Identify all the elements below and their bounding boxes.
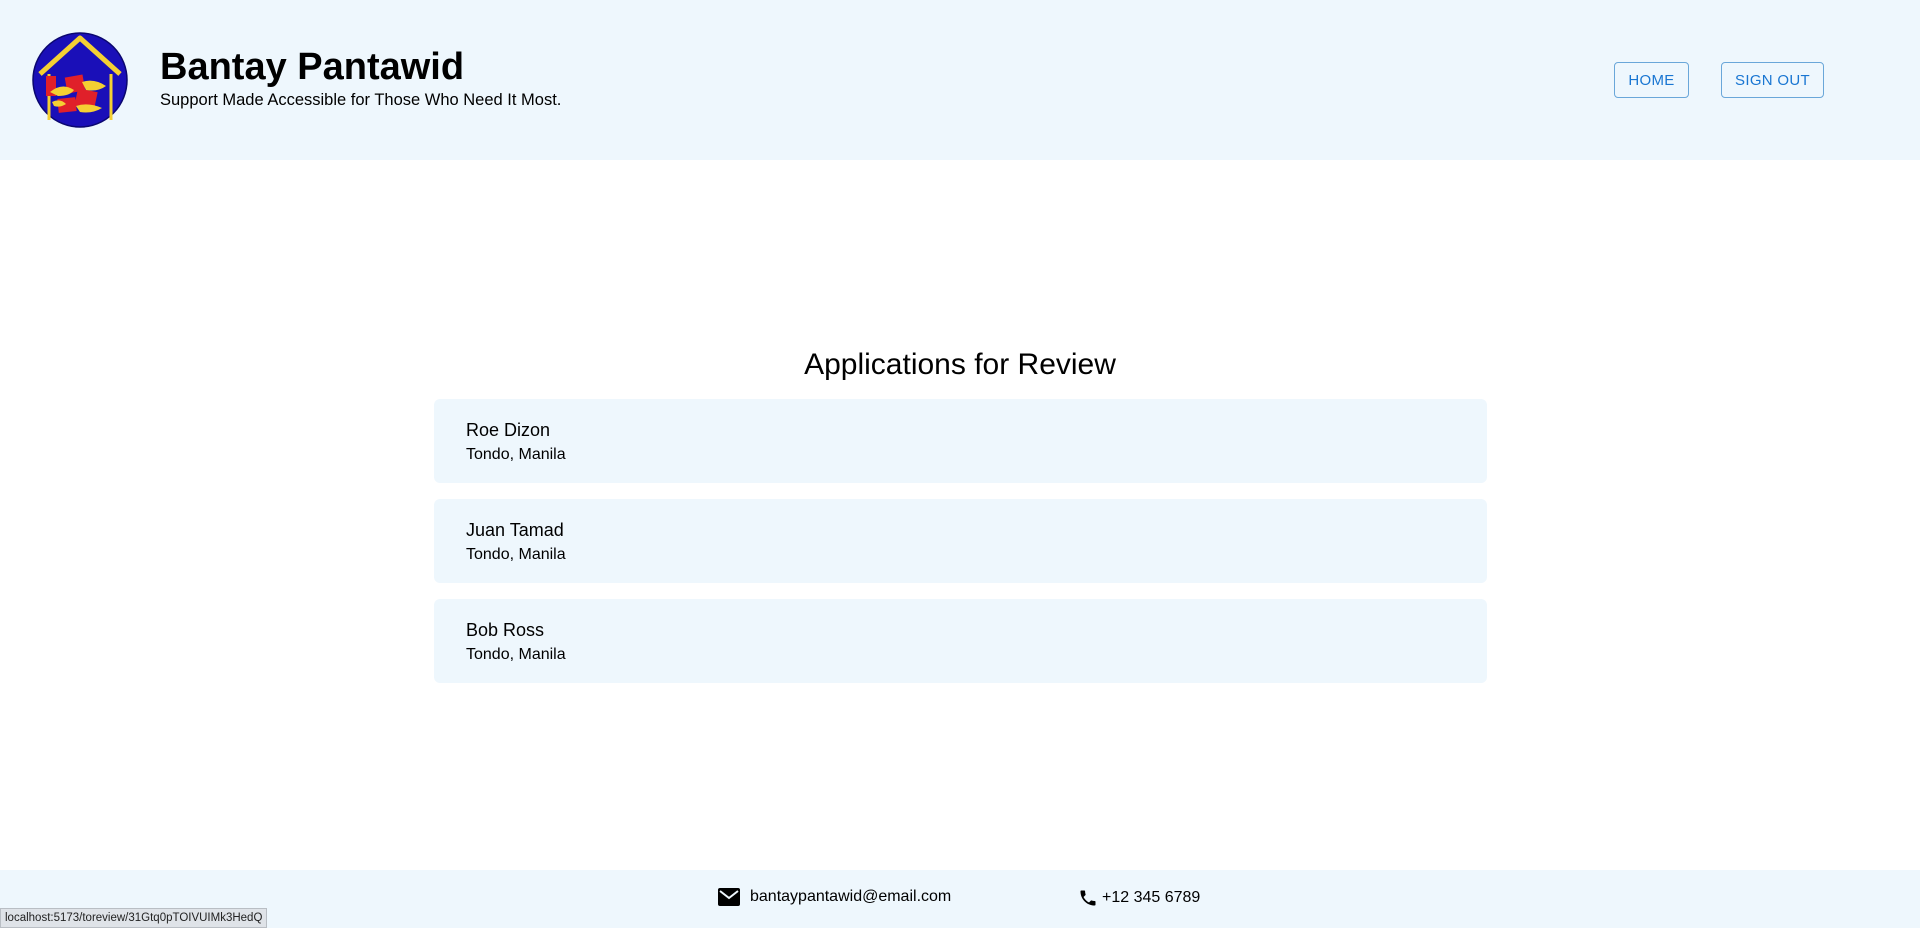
header: Bantay Pantawid Support Made Accessible … xyxy=(0,0,1920,160)
status-bar-url: localhost:5173/toreview/31Gtq0pTOIVUIMk3… xyxy=(0,908,268,928)
applicant-name: Juan Tamad xyxy=(466,520,564,540)
page-title: Applications for Review xyxy=(804,348,1116,381)
applicant-name: Roe Dizon xyxy=(466,420,551,440)
brand-title: Bantay Pantawid xyxy=(160,46,465,88)
footer-phone-text: +12 345 6789 xyxy=(1102,889,1201,906)
house-hands-logo-icon xyxy=(32,32,128,128)
footer-email-text: bantaypantawid@email.com xyxy=(750,888,952,905)
phone-icon xyxy=(1080,890,1096,906)
application-card[interactable]: Bob Ross Tondo, Manila xyxy=(434,599,1487,683)
footer-phone[interactable]: +12 345 6789 xyxy=(1078,888,1200,908)
footer-email[interactable]: bantaypantawid@email.com xyxy=(718,888,951,906)
sign-out-button[interactable]: SIGN OUT xyxy=(1721,62,1824,98)
home-button[interactable]: HOME xyxy=(1614,62,1689,98)
mail-icon xyxy=(718,888,740,906)
application-card[interactable]: Roe Dizon Tondo, Manila xyxy=(434,399,1487,483)
application-list: Roe Dizon Tondo, Manila Juan Tamad Tondo… xyxy=(434,399,1487,699)
applicant-name: Bob Ross xyxy=(466,620,545,640)
applicant-location: Tondo, Manila xyxy=(466,446,566,463)
footer: bantaypantawid@email.com +12 345 6789 xyxy=(0,870,1920,928)
brand-tagline: Support Made Accessible for Those Who Ne… xyxy=(160,91,562,109)
applicant-location: Tondo, Manila xyxy=(466,646,566,663)
application-card[interactable]: Juan Tamad Tondo, Manila xyxy=(434,499,1487,583)
applicant-location: Tondo, Manila xyxy=(466,546,566,563)
